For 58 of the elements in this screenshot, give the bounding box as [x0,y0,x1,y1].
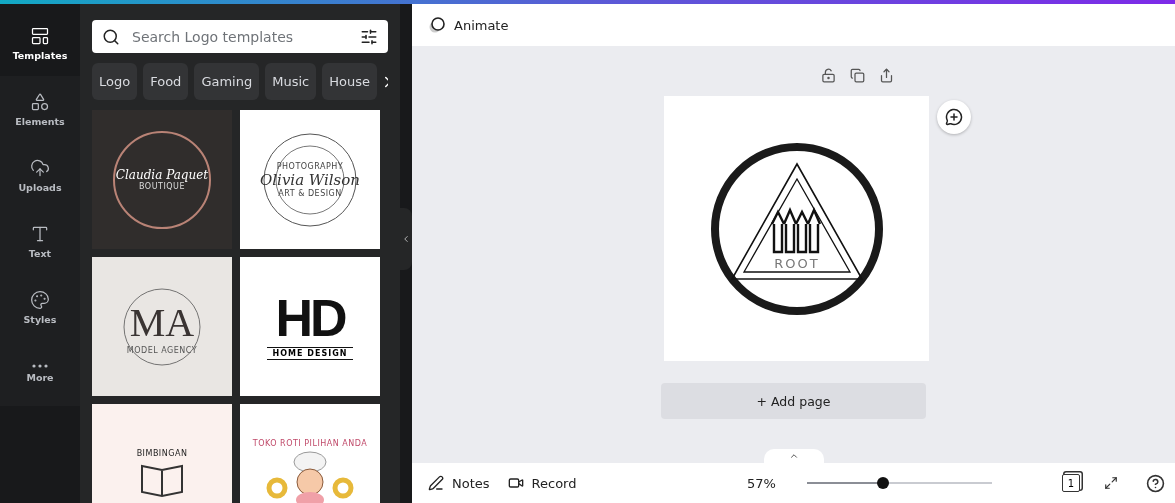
caption-text: MODEL AGENCY [126,345,198,355]
sidebar-tab[interactable]: Elements [0,76,80,142]
animate-icon [428,16,446,34]
caption-text: HOME DESIGN [266,347,354,360]
sidebar-tab[interactable]: Text [0,208,80,274]
category-chip[interactable]: Gaming [194,63,260,100]
category-chip[interactable]: Food [143,63,189,100]
fullscreen-button[interactable] [1104,476,1118,490]
uploads-icon [30,157,50,178]
template-thumbnail[interactable]: MA MODEL AGENCY [92,257,232,396]
comment-icon [945,108,963,126]
script-text: Claudia Paquet [115,168,209,182]
caption-text: TOKO ROTI PILIHAN ANDA [252,439,368,448]
sidebar-tab[interactable]: Uploads [0,142,80,208]
sidebar-tab[interactable]: Styles [0,274,80,340]
comment-button[interactable] [937,100,971,134]
caption-text: PHOTOGRAPHY [276,161,344,171]
template-thumbnail[interactable]: TOKO ROTI PILIHAN ANDA [240,404,380,503]
category-chip[interactable]: House [322,63,377,100]
caption-text: BOUTIQUE [139,182,185,191]
category-chip[interactable]: Music [265,63,317,100]
design-page[interactable]: ROOT [664,96,929,361]
filter-icon[interactable] [360,27,378,46]
record-button[interactable]: Record [507,475,585,491]
notes-button[interactable]: Notes [428,475,498,491]
elements-icon [30,91,50,112]
help-icon [1146,473,1165,493]
caption-text: BIMBINGAN [136,449,188,458]
animate-button[interactable]: Animate [428,16,509,34]
chevron-left-icon [401,233,411,244]
add-page-button[interactable]: + Add page [661,383,926,419]
category-chip[interactable]: Logo [92,63,138,100]
expand-icon [1104,476,1118,490]
template-thumbnail[interactable]: Claudia Paquet BOUTIQUE [92,110,232,249]
monogram-text: HD [275,293,345,343]
lock-icon[interactable] [821,68,836,83]
notes-icon [428,475,444,491]
sidebar-tab[interactable]: More [0,340,80,406]
template-thumbnail[interactable]: HD HOME DESIGN [240,257,380,396]
search-icon [102,27,120,46]
caption-text: ART & DESIGN [278,188,342,198]
help-button[interactable] [1146,473,1165,493]
collapse-panel-handle[interactable] [400,207,412,270]
logo-text: ROOT [773,255,820,271]
monogram-text: MA [129,298,195,346]
template-thumbnail[interactable]: BIMBINGAN [92,404,232,503]
chevron-up-icon [788,451,799,461]
slider-thumb[interactable] [876,477,889,489]
zoom-percentage: 57% [747,475,777,491]
templates-icon [30,25,50,46]
page-count-button[interactable]: 1 [1062,474,1080,492]
template-thumbnail[interactable]: PHOTOGRAPHY Olivia Wilson ART & DESIGN [240,110,380,249]
camera-icon [507,475,524,491]
duplicate-icon[interactable] [850,68,865,83]
styles-icon [30,289,50,310]
script-text: Olivia Wilson [260,170,360,189]
search-field[interactable]: Search Logo templates [92,20,388,53]
more-icon [32,363,48,368]
